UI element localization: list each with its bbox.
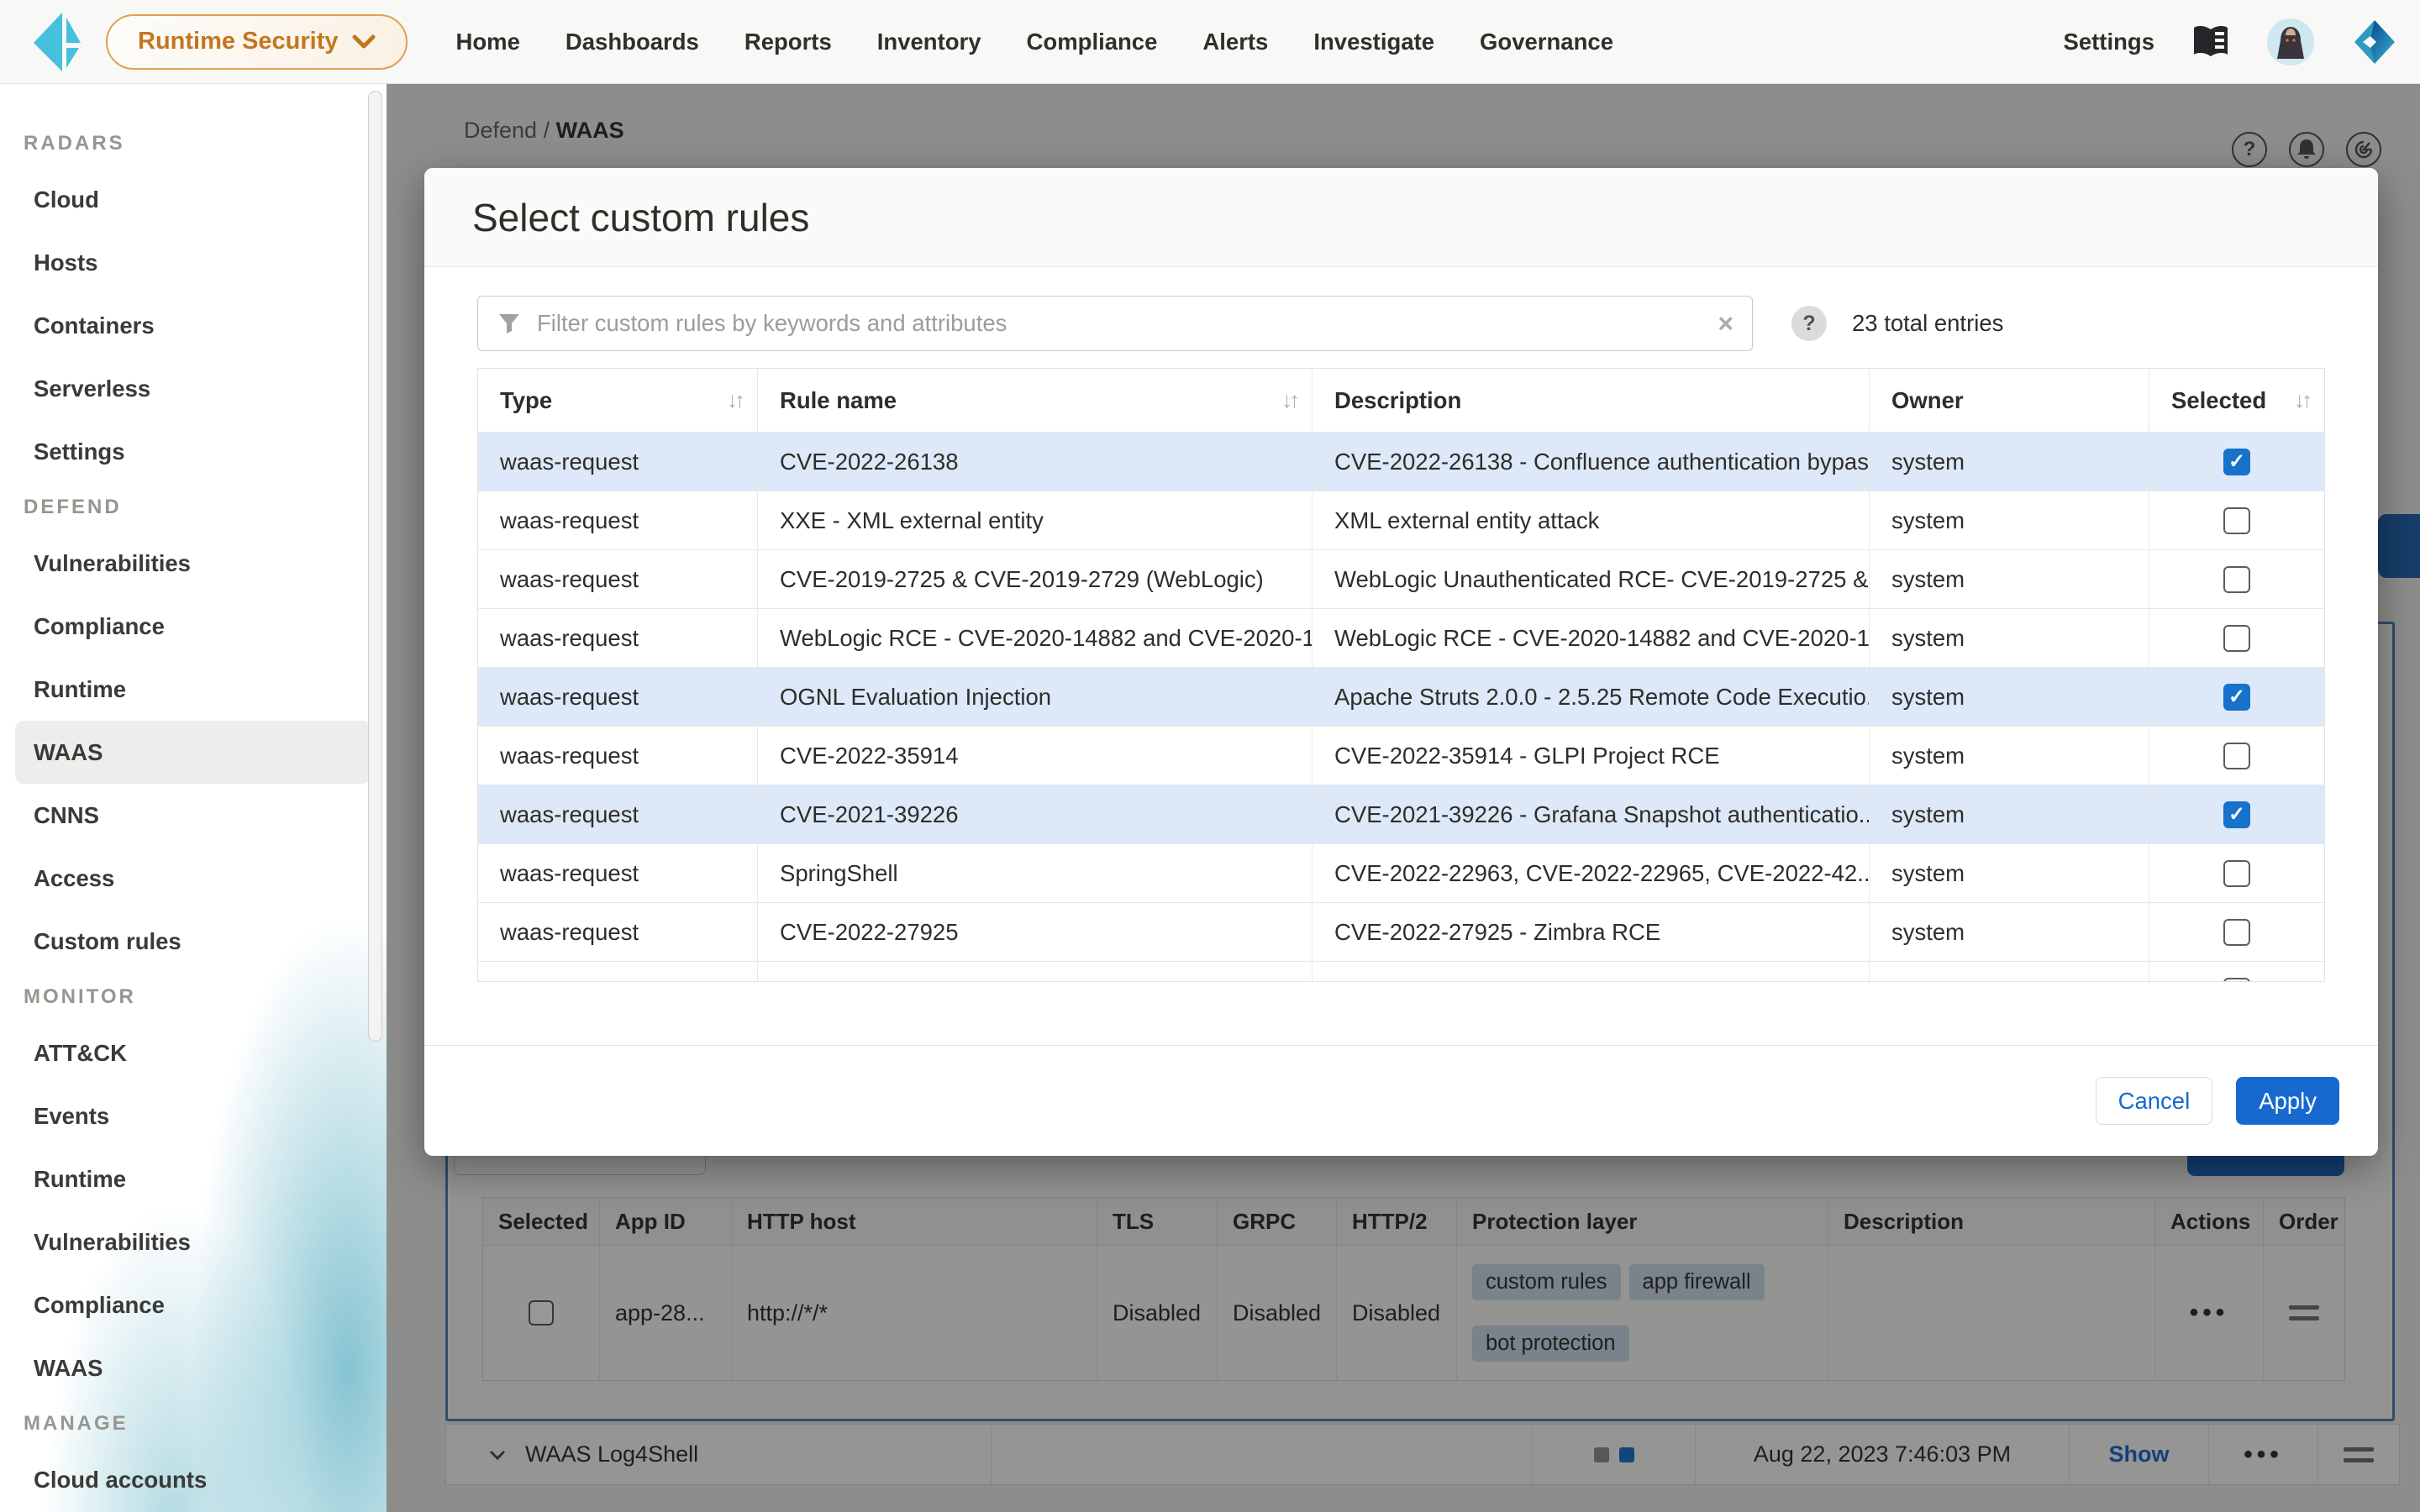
sidebar: RADARS Cloud Hosts Containers Serverless… bbox=[0, 84, 387, 1512]
rule-checkbox[interactable] bbox=[2223, 566, 2250, 593]
custom-rules-table-header: Type↓↑ Rule name↓↑ Description Owner Sel… bbox=[478, 369, 2324, 432]
top-nav-right: Settings bbox=[2064, 18, 2420, 66]
sidebar-item-runtime[interactable]: Runtime bbox=[0, 658, 387, 721]
main-nav: Home Dashboards Reports Inventory Compli… bbox=[456, 29, 1614, 55]
user-avatar[interactable] bbox=[2267, 18, 2314, 66]
apply-button[interactable]: Apply bbox=[2236, 1077, 2339, 1125]
filter-input[interactable]: × bbox=[477, 296, 1753, 351]
select-custom-rules-modal: Select custom rules × ? 23 total entries… bbox=[424, 168, 2378, 1156]
nav-item-dashboards[interactable]: Dashboards bbox=[566, 29, 699, 55]
nav-item-inventory[interactable]: Inventory bbox=[877, 29, 981, 55]
rule-checkbox[interactable]: ✓ bbox=[2223, 684, 2250, 711]
sort-selected-icon[interactable]: ↓↑ bbox=[2294, 387, 2309, 413]
prisma-cloud-logo-icon[interactable] bbox=[2351, 18, 2398, 66]
sidebar-item-events[interactable]: Events bbox=[0, 1084, 387, 1147]
sidebar-item-containers[interactable]: Containers bbox=[0, 294, 387, 357]
sort-rule-name-icon[interactable]: ↓↑ bbox=[1281, 387, 1297, 413]
sort-type-icon[interactable]: ↓↑ bbox=[727, 387, 742, 413]
sidebar-item-monitor-compliance[interactable]: Compliance bbox=[0, 1273, 387, 1336]
nav-item-alerts[interactable]: Alerts bbox=[1202, 29, 1268, 55]
custom-rule-row[interactable]: waas-request CVE-2022-35914 CVE-2022-359… bbox=[478, 726, 2324, 785]
nav-item-reports[interactable]: Reports bbox=[744, 29, 832, 55]
sidebar-item-compliance[interactable]: Compliance bbox=[0, 595, 387, 658]
nav-item-governance[interactable]: Governance bbox=[1480, 29, 1613, 55]
sidebar-item-settings[interactable]: Settings bbox=[0, 420, 387, 483]
app-root: Runtime Security Home Dashboards Reports… bbox=[0, 0, 2420, 1512]
rule-checkbox[interactable] bbox=[2223, 919, 2250, 946]
filter-text-input[interactable] bbox=[537, 310, 1718, 337]
filter-help-icon[interactable]: ? bbox=[1791, 306, 1827, 341]
rule-checkbox[interactable] bbox=[2223, 978, 2250, 983]
modal-footer: Cancel Apply bbox=[424, 1045, 2378, 1156]
docs-book-icon[interactable] bbox=[2191, 24, 2230, 60]
rule-checkbox[interactable] bbox=[2223, 860, 2250, 887]
sidebar-item-monitor-runtime[interactable]: Runtime bbox=[0, 1147, 387, 1210]
sidebar-item-monitor-vulnerabilities[interactable]: Vulnerabilities bbox=[0, 1210, 387, 1273]
runtime-security-logo-icon bbox=[29, 9, 84, 75]
top-nav: Runtime Security Home Dashboards Reports… bbox=[0, 0, 2420, 84]
sidebar-item-cloud[interactable]: Cloud bbox=[0, 168, 387, 231]
rule-checkbox[interactable]: ✓ bbox=[2223, 801, 2250, 828]
sidebar-scrollbar[interactable] bbox=[368, 91, 382, 1042]
custom-rule-row-partial[interactable] bbox=[478, 961, 2324, 982]
sidebar-item-hosts[interactable]: Hosts bbox=[0, 231, 387, 294]
modal-filter-row: × ? 23 total entries bbox=[477, 296, 2325, 351]
product-switcher[interactable]: Runtime Security bbox=[106, 14, 408, 70]
settings-link[interactable]: Settings bbox=[2064, 29, 2154, 55]
filter-funnel-icon bbox=[497, 311, 522, 336]
rule-checkbox[interactable] bbox=[2223, 625, 2250, 652]
custom-rule-row[interactable]: waas-request CVE-2022-27925 CVE-2022-279… bbox=[478, 902, 2324, 961]
sidebar-item-custom-rules[interactable]: Custom rules bbox=[0, 910, 387, 973]
rule-checkbox[interactable] bbox=[2223, 743, 2250, 769]
sidebar-section-manage: MANAGE bbox=[0, 1399, 387, 1448]
sidebar-item-monitor-waas[interactable]: WAAS bbox=[0, 1336, 387, 1399]
custom-rules-table: Type↓↑ Rule name↓↑ Description Owner Sel… bbox=[477, 368, 2325, 982]
custom-rule-row[interactable]: waas-request XXE - XML external entity X… bbox=[478, 491, 2324, 549]
sidebar-section-radars: RADARS bbox=[0, 119, 387, 168]
custom-rule-row[interactable]: waas-request CVE-2022-26138 CVE-2022-261… bbox=[478, 432, 2324, 491]
sidebar-item-cnns[interactable]: CNNS bbox=[0, 784, 387, 847]
sidebar-section-monitor: MONITOR bbox=[0, 973, 387, 1021]
sidebar-item-serverless[interactable]: Serverless bbox=[0, 357, 387, 420]
nav-item-investigate[interactable]: Investigate bbox=[1313, 29, 1434, 55]
sidebar-item-access[interactable]: Access bbox=[0, 847, 387, 910]
custom-rule-row[interactable]: waas-request WebLogic RCE - CVE-2020-148… bbox=[478, 608, 2324, 667]
custom-rule-row[interactable]: waas-request CVE-2021-39226 CVE-2021-392… bbox=[478, 785, 2324, 843]
chevron-down-icon bbox=[352, 34, 376, 50]
sidebar-section-defend: DEFEND bbox=[0, 483, 387, 532]
rule-checkbox[interactable] bbox=[2223, 507, 2250, 534]
sidebar-item-vulnerabilities[interactable]: Vulnerabilities bbox=[0, 532, 387, 595]
sidebar-item-attck[interactable]: ATT&CK bbox=[0, 1021, 387, 1084]
sidebar-item-waas[interactable]: WAAS bbox=[15, 721, 371, 784]
modal-title: Select custom rules bbox=[472, 195, 809, 240]
clear-filter-icon[interactable]: × bbox=[1718, 310, 1733, 337]
sidebar-item-cloud-accounts[interactable]: Cloud accounts bbox=[0, 1448, 387, 1511]
cancel-button[interactable]: Cancel bbox=[2096, 1077, 2213, 1125]
custom-rule-row[interactable]: waas-request OGNL Evaluation Injection A… bbox=[478, 667, 2324, 726]
product-switcher-label: Runtime Security bbox=[138, 28, 339, 55]
custom-rule-row[interactable]: waas-request SpringShell CVE-2022-22963,… bbox=[478, 843, 2324, 902]
rule-checkbox[interactable]: ✓ bbox=[2223, 449, 2250, 475]
entries-count: 23 total entries bbox=[1852, 310, 2003, 337]
nav-item-home[interactable]: Home bbox=[456, 29, 520, 55]
custom-rule-row[interactable]: waas-request CVE-2019-2725 & CVE-2019-27… bbox=[478, 549, 2324, 608]
modal-header: Select custom rules bbox=[424, 168, 2378, 267]
nav-item-compliance[interactable]: Compliance bbox=[1027, 29, 1158, 55]
